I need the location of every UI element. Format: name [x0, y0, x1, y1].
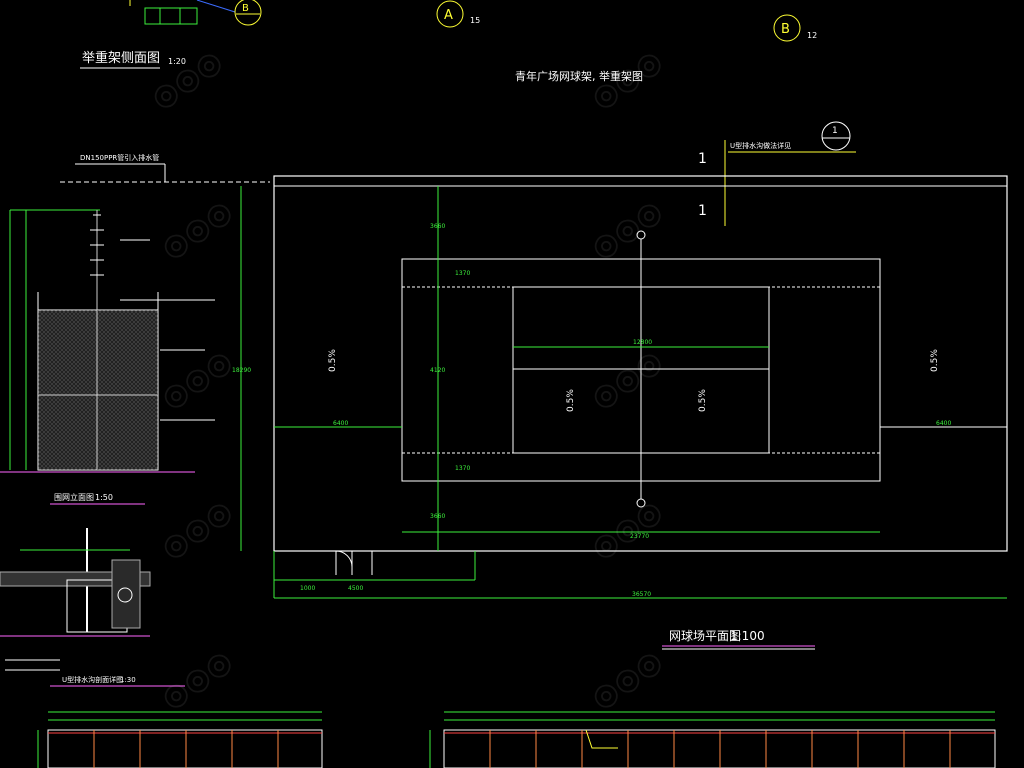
svg-text:15: 15: [470, 16, 480, 25]
svg-text:1: 1: [698, 151, 707, 167]
svg-text:◎◎◎: ◎◎◎: [585, 643, 669, 717]
svg-text:◎◎◎: ◎◎◎: [585, 343, 669, 417]
pipe-label: DN150PPR管引入排水管: [80, 153, 159, 162]
callout-b: B 12: [773, 14, 817, 42]
svg-text:0.5%: 0.5%: [930, 349, 940, 372]
bottom-elevation-left: [37, 711, 323, 768]
svg-text:◎◎◎: ◎◎◎: [585, 193, 669, 267]
svg-text:36570: 36570: [632, 591, 651, 598]
net-elevation-title: 围网立面图: [54, 492, 94, 502]
svg-text:A: A: [444, 8, 453, 23]
svg-text:3660: 3660: [430, 513, 445, 520]
svg-text:U型排水沟做法详见: U型排水沟做法详见: [730, 141, 791, 150]
side-view-title: 举重架侧面图: [82, 50, 160, 66]
svg-text:1000: 1000: [300, 585, 315, 592]
svg-text:4500: 4500: [348, 585, 363, 592]
svg-text:1370: 1370: [455, 270, 470, 277]
svg-text:◎◎◎: ◎◎◎: [155, 193, 239, 267]
svg-text:1:100: 1:100: [730, 629, 765, 643]
svg-text:3660: 3660: [430, 223, 445, 230]
svg-text:◎◎◎: ◎◎◎: [155, 493, 239, 567]
svg-text:B: B: [781, 22, 790, 37]
svg-text:0.5%: 0.5%: [698, 389, 708, 412]
svg-text:0.5%: 0.5%: [566, 389, 576, 412]
callout-b-top-left: B: [234, 0, 262, 26]
bottom-elevation-right: [429, 711, 996, 768]
svg-text:◎◎◎: ◎◎◎: [585, 43, 669, 117]
svg-text:1370: 1370: [455, 465, 470, 472]
svg-text:◎◎◎: ◎◎◎: [155, 643, 239, 717]
svg-text:4120: 4120: [430, 367, 445, 374]
cad-drawing-canvas: B A 15 B 12 举重架侧面图 1:20 青年广场网球架, 举重架图 1 …: [0, 0, 1008, 768]
svg-text:1:30: 1:30: [120, 676, 136, 684]
foundation-title: U型排水沟剖面详图: [62, 675, 123, 684]
svg-text:B: B: [242, 3, 249, 14]
svg-text:1: 1: [832, 126, 838, 136]
top-left-dim-fragment: [129, 0, 236, 25]
svg-text:6400: 6400: [333, 420, 348, 427]
svg-text:0.5%: 0.5%: [328, 349, 338, 372]
callout-a: A 15: [436, 0, 480, 28]
svg-text:◎◎◎: ◎◎◎: [585, 493, 669, 567]
svg-text:◎◎◎: ◎◎◎: [155, 343, 239, 417]
svg-text:1:50: 1:50: [95, 493, 113, 502]
svg-text:12: 12: [807, 31, 817, 40]
foundation-section: [0, 528, 151, 671]
section-mark: 1 U型排水沟做法详见 1 1: [698, 121, 856, 226]
svg-text:6400: 6400: [936, 420, 951, 427]
watermark: ◎◎◎ ◎◎◎ ◎◎◎ ◎◎◎ ◎◎◎ ◎◎◎ ◎◎◎ ◎◎◎ ◎◎◎ ◎◎◎: [145, 43, 669, 717]
svg-text:1: 1: [698, 203, 707, 219]
